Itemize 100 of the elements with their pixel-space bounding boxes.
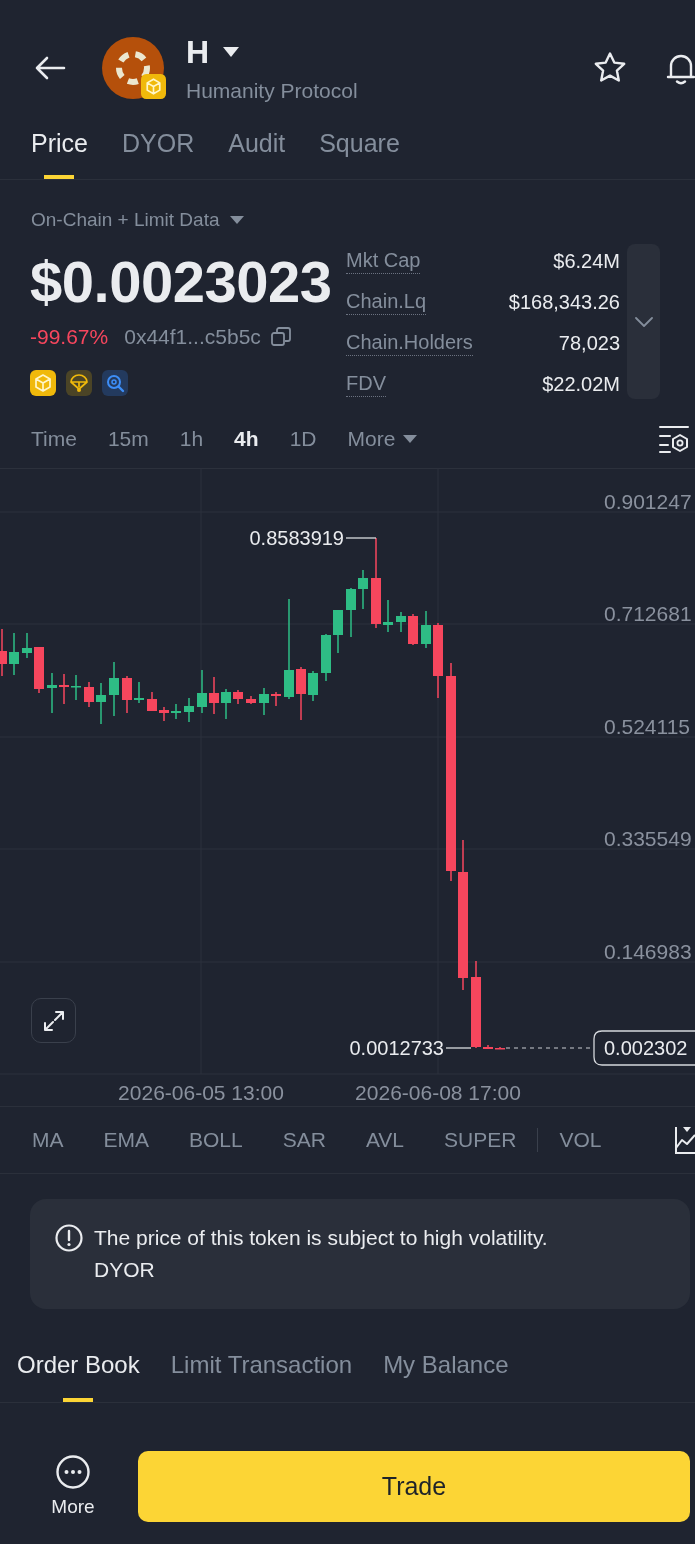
tab[interactable]: Square — [319, 115, 400, 179]
candle — [197, 670, 207, 713]
interval-tab[interactable]: 15m — [107, 427, 149, 451]
tab[interactable]: Price — [31, 115, 88, 179]
candle — [59, 674, 69, 704]
more-icon — [56, 1455, 90, 1489]
tab[interactable]: Order Book — [17, 1329, 140, 1402]
interval-tab[interactable]: 1h — [179, 427, 204, 451]
candle — [96, 683, 106, 724]
indicator-tab[interactable]: SUPER — [444, 1128, 517, 1152]
candle — [421, 611, 431, 648]
interval-tab[interactable]: 4h — [234, 427, 259, 451]
magnifier-badge-icon[interactable] — [102, 370, 128, 396]
cube-badge-icon — [141, 73, 166, 99]
star-icon[interactable] — [593, 50, 627, 85]
token-name: Humanity Protocol — [186, 78, 358, 104]
stat-value: $168,343.26 — [508, 291, 620, 314]
cube-badge-icon[interactable] — [30, 370, 56, 396]
caret-icon — [223, 47, 240, 57]
notice-text: The price of this token is subject to high volatility. DYOR — [94, 1225, 549, 1283]
copy-icon[interactable] — [270, 327, 291, 347]
candle — [84, 682, 94, 707]
more-button[interactable]: More — [30, 1451, 116, 1518]
y-axis-label: 0.335549 — [604, 826, 692, 850]
candle — [333, 610, 343, 653]
candle — [71, 675, 81, 700]
interval-tab[interactable]: Time — [31, 427, 77, 451]
interval-dropdown[interactable]: More — [347, 427, 418, 451]
tab[interactable]: DYOR — [121, 115, 195, 179]
tab[interactable]: My Balance — [383, 1329, 509, 1402]
alert-icon — [55, 1224, 83, 1252]
x-axis-label: 2026-06-05 13:00 — [118, 1081, 284, 1104]
candle — [383, 600, 393, 632]
candle — [34, 647, 44, 693]
high-price-leader — [345, 537, 377, 539]
candle — [246, 696, 256, 704]
candle — [122, 676, 132, 713]
interval-tab[interactable]: 1D — [289, 427, 317, 451]
candle — [209, 677, 219, 714]
y-axis-label: 0.901247 — [604, 489, 692, 513]
chevron-down-icon — [634, 316, 653, 327]
candle — [0, 629, 7, 676]
candle — [233, 690, 243, 704]
caret-icon — [229, 216, 244, 224]
candle — [22, 633, 32, 658]
candle — [134, 682, 144, 703]
y-axis-label: 0.524115 — [604, 714, 691, 738]
candle — [408, 614, 418, 645]
stat-label[interactable]: Mkt Cap — [346, 249, 421, 274]
indicator-tab[interactable]: BOLL — [189, 1128, 243, 1152]
stat-label[interactable]: Chain.Lq — [346, 290, 427, 315]
back-arrow-icon[interactable] — [34, 55, 66, 80]
price-change: -99.67% — [30, 325, 109, 349]
caret-icon — [403, 435, 418, 443]
expand-arrows-icon — [41, 1008, 66, 1033]
y-axis-label: 0.146983 — [604, 939, 692, 963]
price-value: $0.0023023 — [30, 250, 332, 314]
y-axis-label: 0.712681 — [604, 601, 692, 625]
x-axis-label: 2026-06-08 17:00 — [355, 1081, 521, 1104]
candle — [159, 707, 169, 721]
candle — [321, 634, 331, 681]
current-price-tag: 0.002302 — [593, 1030, 695, 1066]
stat-value: $22.02M — [542, 373, 620, 396]
candle — [296, 667, 306, 720]
candle — [259, 688, 269, 715]
stat-label[interactable]: Chain.Holders — [346, 331, 473, 356]
high-price-label: 0.8583919 — [249, 527, 344, 549]
tab[interactable]: Audit — [228, 115, 286, 179]
candle — [171, 704, 181, 719]
stat-value: $6.24M — [553, 250, 620, 273]
candle — [271, 692, 281, 706]
low-price-label: 0.0012733 — [349, 1037, 444, 1059]
fullscreen-button[interactable] — [31, 998, 76, 1043]
parachute-badge-icon[interactable] — [66, 370, 92, 396]
candle — [184, 698, 194, 722]
indicator-tab[interactable]: SAR — [282, 1128, 326, 1152]
indicator-tab[interactable]: AVL — [365, 1128, 405, 1152]
indicator-tab[interactable]: MA — [32, 1128, 64, 1152]
candle — [47, 673, 57, 713]
candle — [147, 692, 157, 711]
indicator-tab[interactable]: VOL — [559, 1128, 602, 1152]
candle — [308, 671, 318, 701]
indicator-tab[interactable]: EMA — [103, 1128, 149, 1152]
low-price-leader — [445, 1047, 472, 1049]
candle — [495, 1047, 505, 1050]
chart-settings-icon[interactable] — [658, 424, 690, 454]
token-symbol-dropdown[interactable]: H — [186, 34, 358, 70]
candle — [483, 1045, 493, 1049]
candle — [221, 689, 231, 719]
trade-button[interactable]: Trade — [138, 1451, 690, 1522]
contract-address: 0x44f1...c5b5c — [124, 325, 261, 349]
stat-value: 78,023 — [558, 332, 620, 355]
data-source-dropdown[interactable]: On-Chain + Limit Data — [31, 200, 244, 240]
stat-label[interactable]: FDV — [346, 372, 386, 397]
candle — [396, 612, 406, 632]
chart-type-icon[interactable] — [674, 1125, 695, 1155]
candle — [109, 662, 119, 716]
candle — [9, 633, 19, 675]
candle — [358, 570, 368, 609]
tab[interactable]: Limit Transaction — [170, 1329, 353, 1402]
